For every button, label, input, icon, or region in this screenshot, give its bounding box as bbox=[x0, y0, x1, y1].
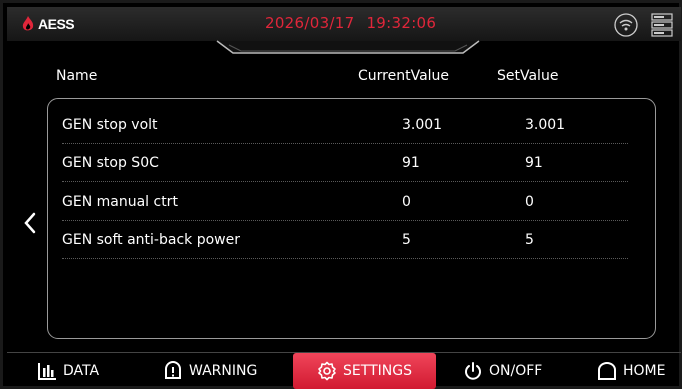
row-current-value: 5 bbox=[402, 232, 411, 248]
power-icon bbox=[465, 362, 481, 380]
datetime-display: 2026/03/17 19:32:06 bbox=[265, 14, 436, 32]
row-current-value: 0 bbox=[402, 194, 411, 210]
time-text: 19:32:06 bbox=[366, 14, 437, 32]
row-current-value: 3.001 bbox=[402, 117, 443, 133]
table-row[interactable]: GEN stop S0C 91 91 bbox=[62, 144, 628, 182]
table-row[interactable]: GEN manual ctrt 0 0 bbox=[62, 183, 628, 221]
row-set-value[interactable]: 5 bbox=[525, 232, 534, 248]
row-name: GEN stop S0C bbox=[62, 155, 159, 171]
table-row[interactable]: GEN soft anti-back power 5 5 bbox=[62, 221, 628, 259]
row-set-value[interactable]: 0 bbox=[525, 194, 534, 210]
flame-logo-icon bbox=[22, 16, 34, 31]
row-set-value[interactable]: 3.001 bbox=[525, 117, 565, 133]
table-row[interactable]: GEN stop volt 3.001 3.001 bbox=[62, 106, 628, 144]
brand-name: AESS bbox=[38, 16, 75, 32]
column-header-name: Name bbox=[56, 68, 98, 84]
device-screen: AESS 2026/03/17 19:32:06 Name CurrentValu… bbox=[0, 0, 682, 389]
nav-settings-label: SETTINGS bbox=[343, 363, 412, 379]
nav-onoff-button[interactable]: ON/OFF bbox=[463, 353, 542, 389]
home-icon bbox=[598, 362, 616, 380]
row-name: GEN manual ctrt bbox=[62, 194, 178, 210]
bar-chart-icon bbox=[38, 363, 56, 380]
chevron-left-icon[interactable] bbox=[23, 211, 37, 235]
brand-logo: AESS bbox=[21, 15, 75, 33]
wifi-icon[interactable] bbox=[614, 13, 638, 37]
row-name: GEN soft anti-back power bbox=[62, 232, 240, 248]
bottom-nav: DATA WARNING SETTINGS ON/OFF HOME bbox=[7, 353, 681, 389]
warning-icon bbox=[165, 361, 181, 379]
nav-warning-button[interactable]: WARNING bbox=[163, 353, 257, 389]
gear-icon bbox=[318, 361, 336, 381]
column-header-set-value: SetValue bbox=[497, 68, 559, 84]
column-header-current-value: CurrentValue bbox=[358, 68, 450, 84]
nav-home-button[interactable]: HOME bbox=[597, 353, 665, 389]
nav-onoff-label: ON/OFF bbox=[489, 363, 543, 379]
row-name: GEN stop volt bbox=[62, 117, 158, 133]
nav-warning-label: WARNING bbox=[189, 363, 258, 379]
row-current-value: 91 bbox=[402, 155, 420, 171]
nav-settings-button[interactable]: SETTINGS bbox=[293, 353, 436, 389]
nav-home-label: HOME bbox=[623, 363, 666, 379]
server-icon[interactable] bbox=[651, 13, 673, 37]
nav-data-button[interactable]: DATA bbox=[37, 353, 99, 389]
top-bar: AESS 2026/03/17 19:32:06 bbox=[7, 7, 681, 54]
settings-table: GEN stop volt 3.001 3.001 GEN stop S0C 9… bbox=[47, 98, 656, 339]
row-set-value[interactable]: 91 bbox=[525, 155, 543, 171]
date-text: 2026/03/17 bbox=[265, 14, 355, 32]
nav-data-label: DATA bbox=[63, 363, 100, 379]
